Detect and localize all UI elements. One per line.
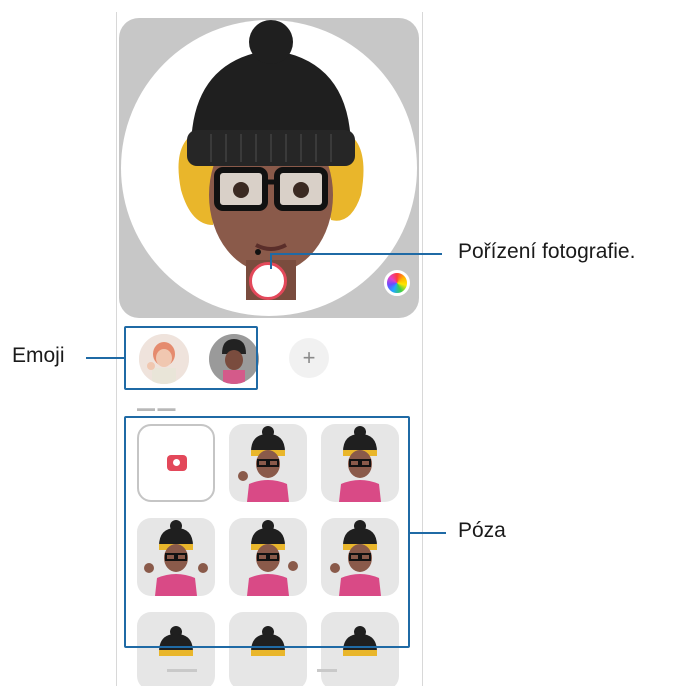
shutter-callout: Pořízení fotografie.	[458, 240, 636, 263]
shutter-callout-line	[270, 253, 442, 255]
shutter-button[interactable]	[249, 262, 287, 300]
plus-icon: +	[302, 345, 316, 370]
cancel-button[interactable]: ▬▬▬	[167, 664, 197, 675]
pose-callout-line	[410, 532, 446, 534]
shutter-callout-tick	[270, 253, 272, 269]
add-emoji-button[interactable]: +	[289, 338, 329, 378]
bottom-bar: ▬▬▬ ▬▬	[117, 660, 422, 686]
section-label: ▬▬ ▬▬	[137, 403, 176, 413]
emoji-callout-line	[86, 357, 124, 359]
emoji-highlight-frame	[124, 326, 258, 390]
pose-callout: Póza	[458, 519, 506, 542]
camera-preview	[119, 18, 419, 318]
pose-highlight-frame	[124, 416, 410, 648]
done-button[interactable]: ▬▬	[317, 664, 337, 675]
color-wheel-icon[interactable]	[384, 270, 410, 296]
emoji-callout: Emoji	[12, 344, 65, 367]
